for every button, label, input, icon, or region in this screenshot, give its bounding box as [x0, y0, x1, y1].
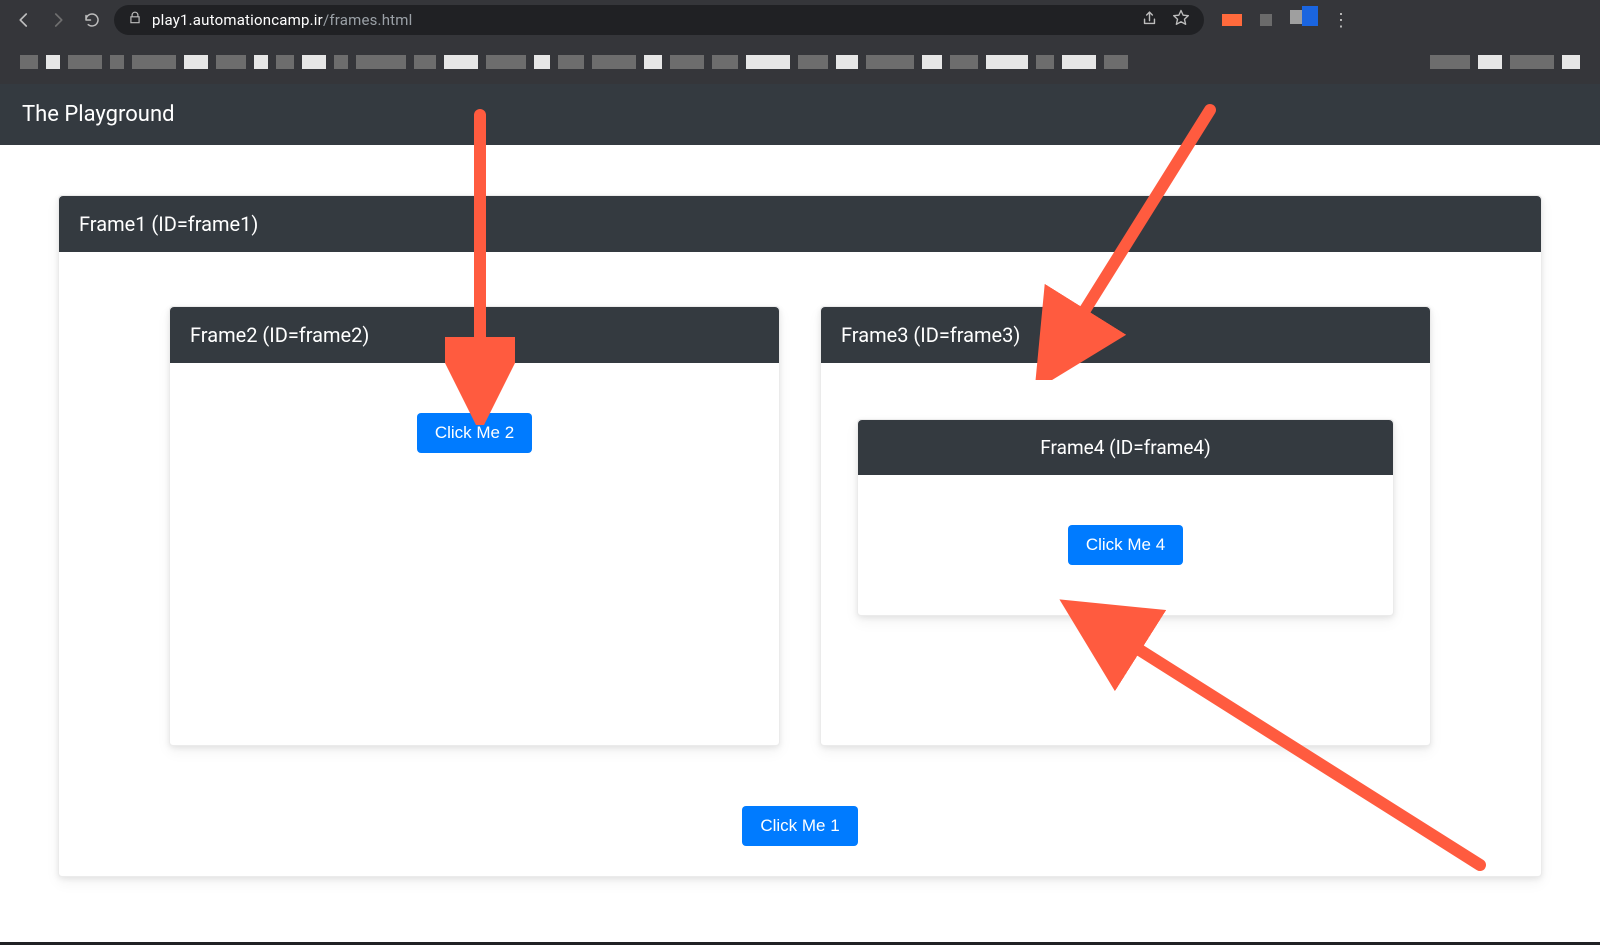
bookmark-item[interactable] — [414, 55, 436, 69]
frame2-body: Click Me 2 — [170, 363, 779, 483]
bookmark-item[interactable] — [1104, 55, 1128, 69]
frame3-card: Frame3 (ID=frame3) Frame4 (ID=frame4) Cl… — [820, 306, 1431, 746]
bookmark-item[interactable] — [644, 55, 662, 69]
address-bar-actions — [1141, 9, 1190, 31]
bookmark-item[interactable] — [276, 55, 294, 69]
bookmark-item[interactable] — [334, 55, 348, 69]
bookmark-item[interactable] — [866, 55, 914, 69]
bookmark-item[interactable] — [922, 55, 942, 69]
bookmark-item[interactable] — [302, 55, 326, 69]
url-path: /frames.html — [323, 11, 413, 29]
bookmark-item[interactable] — [986, 55, 1028, 69]
reload-button[interactable] — [80, 8, 104, 32]
bookmark-item[interactable] — [356, 55, 406, 69]
bookmark-item[interactable] — [110, 55, 124, 69]
page-content: Frame1 (ID=frame1) Frame2 (ID=frame2) Cl… — [0, 145, 1600, 942]
bookmark-item[interactable] — [1062, 55, 1096, 69]
click-me-4-button[interactable]: Click Me 4 — [1068, 525, 1183, 565]
click-me-1-button[interactable]: Click Me 1 — [742, 806, 857, 846]
frame1-card: Frame1 (ID=frame1) Frame2 (ID=frame2) Cl… — [58, 195, 1542, 877]
bookmark-item[interactable] — [1036, 55, 1054, 69]
bookmark-item[interactable] — [712, 55, 738, 69]
bookmark-item[interactable] — [558, 55, 584, 69]
extension-icon-3[interactable] — [1290, 8, 1314, 32]
share-icon[interactable] — [1141, 10, 1158, 31]
frame2-header: Frame2 (ID=frame2) — [170, 307, 779, 363]
bookmark-star-icon[interactable] — [1172, 9, 1190, 31]
forward-button[interactable] — [46, 8, 70, 32]
bookmark-item[interactable] — [836, 55, 858, 69]
bookmarks-bar — [0, 40, 1600, 84]
click-me-2-button[interactable]: Click Me 2 — [417, 413, 532, 453]
bookmark-item[interactable] — [20, 55, 38, 69]
bookmark-item[interactable] — [46, 55, 60, 69]
bookmark-item[interactable] — [1510, 55, 1554, 69]
extension-icon-1[interactable] — [1222, 14, 1242, 26]
frame4-header: Frame4 (ID=frame4) — [858, 420, 1393, 475]
frame2-card: Frame2 (ID=frame2) Click Me 2 — [169, 306, 780, 746]
page-navbar: The Playground — [0, 84, 1600, 145]
bookmark-item[interactable] — [216, 55, 246, 69]
bookmark-item[interactable] — [68, 55, 102, 69]
bookmark-item[interactable] — [746, 55, 790, 69]
bookmark-item[interactable] — [1430, 55, 1470, 69]
bookmark-item[interactable] — [670, 55, 704, 69]
frame3-body: Frame4 (ID=frame4) Click Me 4 — [821, 363, 1430, 646]
bookmark-item[interactable] — [184, 55, 208, 69]
url-text: play1.automationcamp.ir/frames.html — [152, 11, 412, 29]
bookmark-item[interactable] — [486, 55, 526, 69]
frame1-footer: Click Me 1 — [59, 786, 1541, 876]
address-bar[interactable]: play1.automationcamp.ir/frames.html — [114, 5, 1204, 35]
bookmark-item[interactable] — [1562, 55, 1580, 69]
extension-icon-2[interactable] — [1260, 14, 1272, 26]
bookmark-item[interactable] — [444, 55, 478, 69]
bookmark-item[interactable] — [950, 55, 978, 69]
frame1-header: Frame1 (ID=frame1) — [59, 196, 1541, 252]
frame1-body: Frame2 (ID=frame2) Click Me 2 Frame3 (ID… — [59, 252, 1541, 786]
frame4-card: Frame4 (ID=frame4) Click Me 4 — [857, 419, 1394, 616]
browser-toolbar: play1.automationcamp.ir/frames.html ⋮ — [0, 0, 1600, 40]
bookmark-item[interactable] — [254, 55, 268, 69]
toolbar-extensions: ⋮ — [1214, 8, 1358, 32]
frame4-body: Click Me 4 — [858, 475, 1393, 615]
frame3-header: Frame3 (ID=frame3) — [821, 307, 1430, 363]
bookmark-item[interactable] — [592, 55, 636, 69]
bookmark-item[interactable] — [534, 55, 550, 69]
lock-icon — [128, 11, 142, 29]
bookmark-item[interactable] — [798, 55, 828, 69]
bookmark-item[interactable] — [132, 55, 176, 69]
url-host: play1.automationcamp.ir — [152, 11, 323, 29]
back-button[interactable] — [12, 8, 36, 32]
bookmark-item[interactable] — [1478, 55, 1502, 69]
page-title[interactable]: The Playground — [22, 102, 175, 127]
browser-menu-icon[interactable]: ⋮ — [1332, 10, 1350, 31]
